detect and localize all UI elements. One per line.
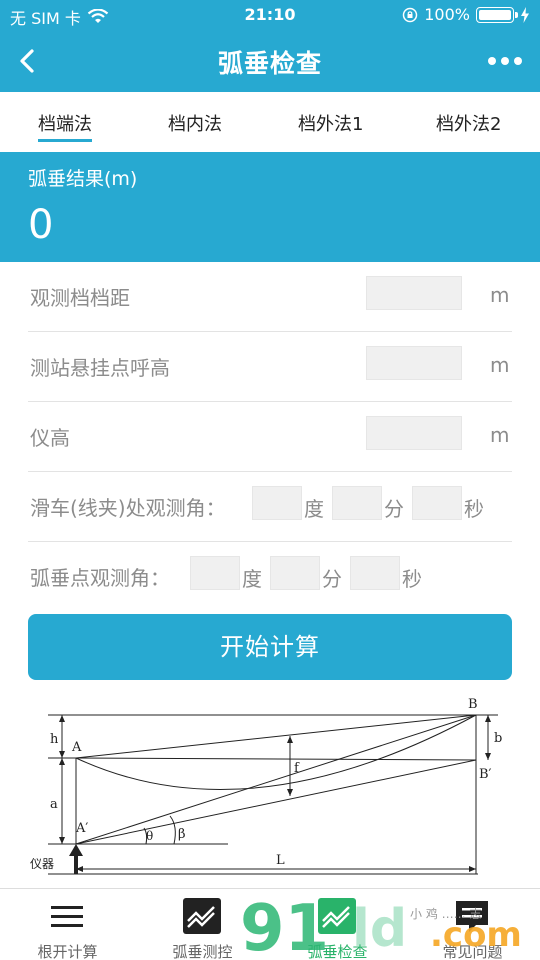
result-value: 0	[28, 202, 54, 248]
instrument-height-label: 仪高	[30, 426, 70, 450]
method-tabs: 档端法 档内法 档外法1 档外法2	[0, 92, 540, 152]
point-b-prime-label: B′	[479, 767, 492, 782]
pulley-angle-minute-unit: 分	[384, 497, 404, 521]
result-panel: 弧垂结果(m) 0	[0, 152, 540, 262]
sag-angle-degree-unit: 度	[242, 567, 262, 591]
bottom-nav-sag-check[interactable]: 弧垂检查	[270, 889, 405, 960]
more-options-icon[interactable]	[488, 57, 522, 65]
tab-outer-method-2[interactable]: 档外法2	[436, 110, 501, 136]
status-right: 100%	[402, 5, 530, 24]
sag-angle-second-input[interactable]	[350, 556, 400, 590]
instrument-height-input[interactable]	[366, 416, 462, 450]
result-label: 弧垂结果(m)	[28, 168, 138, 190]
pulley-angle-minute-input[interactable]	[332, 486, 382, 520]
instrument-label: 仪器	[30, 857, 54, 871]
bottom-nav-label: 常见问题	[442, 943, 503, 960]
span-distance-input[interactable]	[366, 276, 462, 310]
bottom-nav-sag-control[interactable]: 弧垂测控	[135, 889, 270, 960]
sag-angle-label: 弧垂点观测角：	[30, 566, 170, 590]
span-distance-row: 观测档档距 m	[28, 262, 512, 332]
h-label: h	[50, 732, 59, 747]
hang-point-height-label: 测站悬挂点呼高	[30, 356, 170, 380]
b-label: b	[494, 731, 502, 746]
a-label: a	[50, 797, 58, 812]
span-distance-unit: m	[490, 283, 510, 307]
sag-check-icon	[318, 898, 356, 934]
sag-angle-second-unit: 秒	[402, 567, 422, 591]
sag-angle-minute-unit: 分	[322, 567, 342, 591]
status-bar: 无 SIM 卡 21:10 100%	[0, 0, 540, 30]
tab-inner-method[interactable]: 档内法	[168, 110, 222, 136]
sag-diagram: A B A′ B′ h a b f L θ β 仪器	[30, 697, 502, 875]
span-distance-label: 观测档档距	[30, 286, 130, 310]
bottom-nav-label: 弧垂测控	[172, 943, 233, 960]
point-a-label: A	[71, 740, 82, 755]
pulley-angle-label: 滑车(线夹)处观测角：	[30, 496, 226, 520]
battery-icon	[476, 6, 518, 23]
hang-point-height-row: 测站悬挂点呼高 m	[28, 332, 512, 402]
l-label: L	[276, 853, 285, 868]
chat-icon	[456, 901, 488, 932]
bottom-nav-faq[interactable]: 常见问题	[405, 889, 540, 960]
tab-end-method[interactable]: 档端法	[38, 110, 92, 142]
nav-bar: 弧垂检查	[0, 30, 540, 92]
hang-point-height-input[interactable]	[366, 346, 462, 380]
menu-icon	[51, 906, 83, 927]
page-title: 弧垂检查	[217, 49, 322, 78]
sag-control-icon	[183, 898, 221, 934]
bottom-nav: 根开计算 弧垂测控 弧垂检查 常见问题	[0, 888, 540, 960]
bottom-nav-label: 弧垂检查	[307, 943, 368, 960]
pulley-angle-row: 滑车(线夹)处观测角： 度 分 秒	[28, 472, 512, 542]
f-label: f	[294, 761, 300, 776]
instrument-height-row: 仪高 m	[28, 402, 512, 472]
beta-label: β	[178, 827, 186, 842]
pulley-angle-second-unit: 秒	[464, 497, 484, 521]
point-b-label: B	[468, 697, 478, 712]
tab-outer-method-1[interactable]: 档外法1	[298, 110, 363, 136]
start-calculation-button[interactable]: 开始计算	[28, 614, 512, 680]
sag-angle-row: 弧垂点观测角： 度 分 秒	[28, 542, 512, 612]
point-a-prime-label: A′	[75, 821, 88, 836]
instrument-height-unit: m	[490, 423, 510, 447]
battery-percent: 100%	[424, 5, 470, 24]
hang-point-height-unit: m	[490, 353, 510, 377]
theta-label: θ	[146, 829, 153, 843]
pulley-angle-degree-unit: 度	[304, 497, 324, 521]
rotation-lock-icon	[403, 7, 418, 22]
charging-icon	[521, 6, 529, 23]
sag-angle-degree-input[interactable]	[190, 556, 240, 590]
bottom-nav-label: 根开计算	[37, 943, 98, 960]
bottom-nav-root-spacing[interactable]: 根开计算	[0, 889, 135, 960]
pulley-angle-second-input[interactable]	[412, 486, 462, 520]
sag-angle-minute-input[interactable]	[270, 556, 320, 590]
pulley-angle-degree-input[interactable]	[252, 486, 302, 520]
